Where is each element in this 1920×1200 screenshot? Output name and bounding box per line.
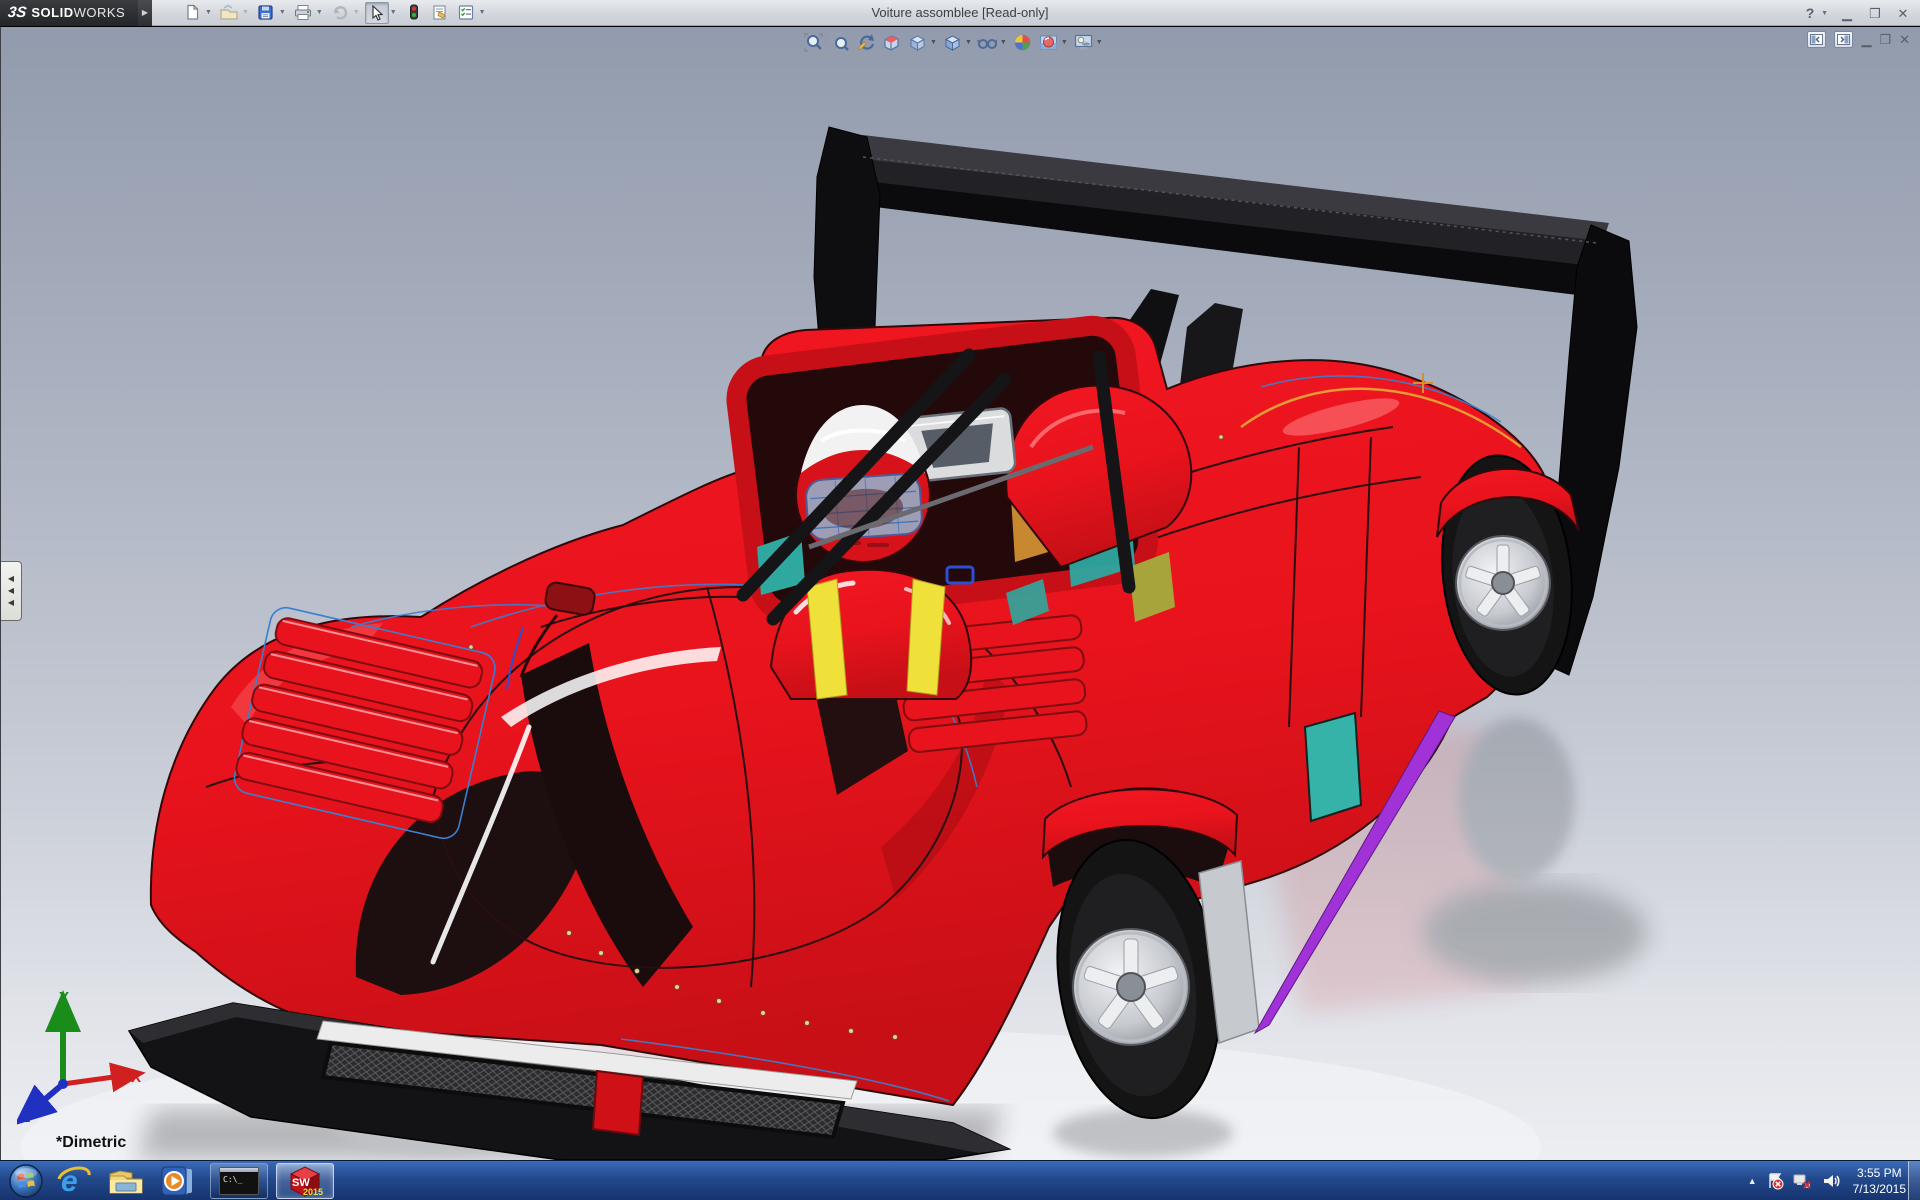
side-window-teal bbox=[1305, 713, 1361, 821]
taskbar-item-media-player[interactable] bbox=[152, 1161, 204, 1200]
solidworks-logo-glyph: 3S bbox=[7, 4, 28, 21]
options-button[interactable] bbox=[454, 2, 478, 24]
internet-explorer-icon: e bbox=[57, 1165, 91, 1197]
undo-button[interactable] bbox=[328, 2, 352, 24]
folder-icon bbox=[108, 1166, 144, 1196]
titlebar: 3S SOLIDWORKS ▶ ▼ ▼ ▼ ▼ ▼ ▼ bbox=[0, 0, 1920, 26]
view-settings-dropdown[interactable]: ▼ bbox=[1096, 39, 1103, 46]
view-settings-button[interactable] bbox=[1071, 30, 1096, 54]
brand-bold: SOLID bbox=[31, 5, 73, 20]
taskbar-item-solidworks[interactable]: SW 2015 bbox=[276, 1163, 334, 1199]
taskbar-clock[interactable]: 3:55 PM 7/13/2015 bbox=[1853, 1165, 1906, 1197]
help-dropdown[interactable]: ▼ bbox=[1821, 10, 1828, 17]
command-prompt-icon: C:\_ bbox=[219, 1167, 259, 1195]
collapse-arrow-icon: ◀ bbox=[8, 587, 14, 595]
system-tray: ▲ 3:55 PM 7/13/2015 bbox=[1748, 1161, 1906, 1200]
minimize-button[interactable]: ▁ bbox=[1838, 7, 1856, 20]
print-dropdown[interactable]: ▼ bbox=[316, 9, 323, 16]
doc-close-button[interactable]: ✕ bbox=[1899, 33, 1910, 46]
taskbar-item-internet-explorer[interactable]: e bbox=[48, 1161, 100, 1200]
view-orientation-label: *Dimetric bbox=[56, 1134, 126, 1152]
network-disconnected-icon[interactable] bbox=[1793, 1172, 1813, 1190]
new-dropdown[interactable]: ▼ bbox=[205, 9, 212, 16]
show-desktop-button[interactable] bbox=[1908, 1161, 1920, 1200]
apply-scene-button[interactable] bbox=[1036, 30, 1061, 54]
start-button[interactable] bbox=[4, 1161, 48, 1200]
action-center-icon[interactable] bbox=[1766, 1172, 1784, 1190]
triad-x-label: X bbox=[131, 1069, 141, 1086]
select-button[interactable] bbox=[365, 2, 389, 24]
hidden-icons-button[interactable]: ▲ bbox=[1748, 1176, 1757, 1186]
apply-scene-dropdown[interactable]: ▼ bbox=[1061, 39, 1068, 46]
pane-right-toggle[interactable] bbox=[1834, 31, 1853, 48]
open-dropdown[interactable]: ▼ bbox=[242, 9, 249, 16]
edit-appearance-button[interactable] bbox=[1010, 30, 1035, 54]
view-orientation-button[interactable] bbox=[905, 30, 930, 54]
window-controls: ? ▼ ▁ ❐ ✕ bbox=[1801, 0, 1912, 26]
clock-date: 7/13/2015 bbox=[1853, 1181, 1906, 1197]
view-orientation-dropdown[interactable]: ▼ bbox=[930, 39, 937, 46]
feature-tree-collapsed-tab[interactable]: ◀ ◀ ◀ bbox=[1, 561, 22, 621]
collapse-arrow-icon: ◀ bbox=[8, 575, 14, 583]
triad-y-label: Y bbox=[59, 989, 69, 1006]
headsup-view-toolbar: ▼ ▼ ▼ ▼ ▼ bbox=[801, 29, 1105, 55]
taskbar: e C:\_ bbox=[0, 1160, 1920, 1200]
brand-light: WORKS bbox=[74, 5, 126, 20]
main-toolbar: ▼ ▼ ▼ ▼ ▼ ▼ ▼ bbox=[180, 2, 489, 24]
solidworks-2015-icon: SW 2015 bbox=[285, 1164, 325, 1198]
display-style-dropdown[interactable]: ▼ bbox=[965, 39, 972, 46]
file-properties-button[interactable] bbox=[428, 2, 452, 24]
coordinate-triad: Y X Z bbox=[17, 980, 147, 1130]
document-window-controls: ▁ ❐ ✕ bbox=[1807, 31, 1910, 48]
graphics-area[interactable]: ▼ ▼ ▼ ▼ ▼ ▁ ❐ bbox=[0, 27, 1920, 1160]
triad-z-label: Z bbox=[21, 1109, 30, 1126]
doc-restore-button[interactable]: ❐ bbox=[1879, 33, 1891, 46]
previous-view-button[interactable] bbox=[853, 30, 878, 54]
help-button[interactable]: ? bbox=[1801, 6, 1819, 20]
pane-left-toggle[interactable] bbox=[1807, 31, 1826, 48]
undo-dropdown[interactable]: ▼ bbox=[353, 9, 360, 16]
restore-button[interactable]: ❐ bbox=[1866, 7, 1884, 20]
save-button[interactable] bbox=[254, 2, 278, 24]
options-dropdown[interactable]: ▼ bbox=[479, 9, 486, 16]
new-document-button[interactable] bbox=[180, 2, 204, 24]
volume-icon[interactable] bbox=[1822, 1172, 1840, 1190]
sw-year: 2015 bbox=[303, 1187, 323, 1197]
zoom-to-area-button[interactable] bbox=[827, 30, 852, 54]
solidworks-logo: 3S SOLIDWORKS bbox=[0, 0, 138, 26]
hide-show-items-dropdown[interactable]: ▼ bbox=[1000, 39, 1007, 46]
clock-time: 3:55 PM bbox=[1853, 1165, 1906, 1181]
select-dropdown[interactable]: ▼ bbox=[390, 9, 397, 16]
media-player-icon bbox=[161, 1165, 195, 1197]
close-button[interactable]: ✕ bbox=[1894, 7, 1912, 20]
display-style-button[interactable] bbox=[940, 30, 965, 54]
print-button[interactable] bbox=[291, 2, 315, 24]
open-button[interactable] bbox=[217, 2, 241, 24]
zoom-to-fit-button[interactable] bbox=[801, 30, 826, 54]
taskbar-item-windows-explorer[interactable] bbox=[100, 1161, 152, 1200]
save-dropdown[interactable]: ▼ bbox=[279, 9, 286, 16]
grille-center-pillar bbox=[593, 1071, 643, 1135]
section-view-button[interactable] bbox=[879, 30, 904, 54]
hide-show-items-button[interactable] bbox=[975, 30, 1000, 54]
rebuild-button[interactable] bbox=[402, 2, 426, 24]
doc-minimize-button[interactable]: ▁ bbox=[1861, 33, 1871, 46]
menu-flyout-arrow[interactable]: ▶ bbox=[138, 0, 152, 26]
collapse-arrow-icon: ◀ bbox=[8, 599, 14, 607]
viewport-canvas[interactable] bbox=[1, 27, 1920, 1160]
taskbar-item-command-prompt[interactable]: C:\_ bbox=[210, 1163, 268, 1199]
cmd-label: C:\_ bbox=[223, 1175, 242, 1184]
desktop: 3S SOLIDWORKS ▶ ▼ ▼ ▼ ▼ ▼ ▼ bbox=[0, 0, 1920, 1200]
